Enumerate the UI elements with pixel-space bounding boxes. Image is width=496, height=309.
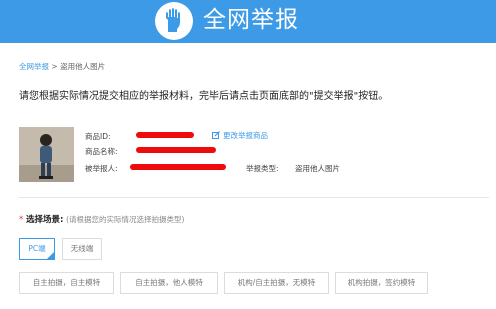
option-label: 自主拍摄，他人模特 [135,278,203,287]
scene-heading: * 选择场景: (请根据您的实际情况选择拍摄类型) [19,213,184,225]
tab-mobile[interactable]: 无线端 [62,238,102,260]
breadcrumb-home-link[interactable]: 全网举报 [19,62,49,71]
scene-label: 选择场景: [25,215,64,225]
edit-icon [212,131,220,139]
option-label: 机构/自主拍摄，无模特 [237,278,316,287]
redacted-reported-person [130,164,226,170]
product-thumbnail [19,127,74,182]
option-agency-no-model[interactable]: 机构/自主拍摄，无模特 [224,272,329,294]
breadcrumb: 全网举报 > 盗用他人图片 [19,61,105,72]
option-agency-signed-model[interactable]: 机构拍摄，签约模特 [335,272,428,294]
report-type-label: 举报类型: [246,164,279,173]
tab-pc[interactable]: PC端 [19,238,55,260]
page-header: 全网举报 [0,0,496,43]
instruction-text: 请您根据实际情况提交相应的举报材料，完毕后请点击页面底部的"提交举报"按钮。 [19,91,389,102]
required-star: * [19,215,24,225]
tab-mobile-label: 无线端 [70,244,94,253]
breadcrumb-separator: > [51,62,58,71]
option-label: 机构拍摄，签约模特 [347,278,416,287]
option-label: 自主拍摄，自主模特 [32,278,101,287]
option-self-shot-self-model[interactable]: 自主拍摄，自主模特 [19,272,114,294]
redacted-product-name [136,147,216,153]
change-product-link[interactable]: 更改举报商品 [212,130,268,141]
selected-corner-icon [47,252,54,259]
option-self-shot-other-model[interactable]: 自主拍摄，他人模特 [120,272,218,294]
report-type-value: 盗用他人图片 [295,164,340,173]
redacted-product-id [136,132,194,138]
reported-person-label: 被举报人: [85,164,118,173]
report-hand-logo-icon [155,2,193,40]
breadcrumb-current: 盗用他人图片 [60,62,106,71]
tab-pc-label: PC端 [28,244,46,253]
section-divider [19,197,489,198]
product-name-label: 商品名称: [85,147,118,156]
header-title: 全网举报 [203,7,299,33]
product-id-label: 商品ID: [85,132,111,141]
scene-hint: (请根据您的实际情况选择拍摄类型) [66,215,185,224]
change-product-label: 更改举报商品 [223,131,268,140]
